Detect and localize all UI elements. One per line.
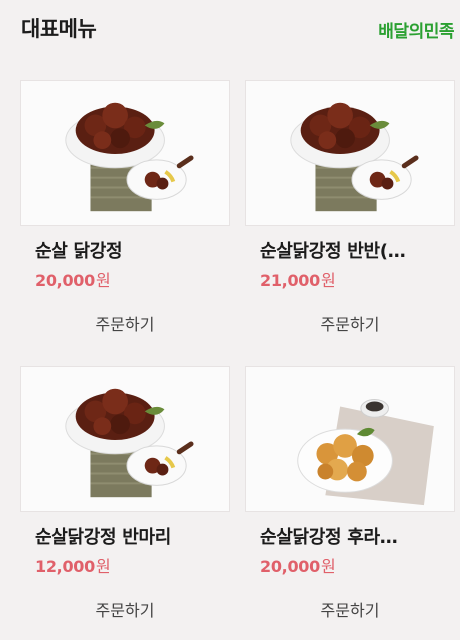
menu-item-price: 20,000원 (260, 553, 336, 577)
menu-item-name: 순살닭강정 후라… (260, 527, 398, 548)
menu-item-price: 20,000원 (35, 267, 111, 291)
menu-image-glazed-chicken[interactable] (245, 80, 455, 226)
order-button[interactable]: 주문하기 (245, 311, 455, 335)
header: 대표메뉴 배달의민족 (0, 0, 460, 56)
price-currency: 원 (95, 557, 111, 576)
glazed-chicken-icon (290, 102, 419, 212)
menu-item-name: 순살닭강정 반반(… (260, 241, 406, 262)
menu-image-glazed-chicken[interactable] (20, 80, 230, 226)
glazed-chicken-icon (65, 388, 194, 498)
price-value: 20,000 (35, 271, 95, 290)
price-value: 21,000 (260, 271, 320, 290)
menu-item-name: 순살닭강정 반마리 (35, 527, 172, 548)
price-currency: 원 (320, 271, 336, 290)
menu-image-fried-chicken[interactable] (245, 366, 455, 512)
glazed-chicken-icon (65, 102, 194, 212)
order-button[interactable]: 주문하기 (20, 597, 230, 621)
section-title: 대표메뉴 (21, 17, 97, 41)
price-currency: 원 (95, 271, 111, 290)
price-currency: 원 (320, 557, 336, 576)
menu-item-price: 21,000원 (260, 267, 336, 291)
menu-item-price: 12,000원 (35, 553, 111, 577)
menu-image-glazed-chicken[interactable] (20, 366, 230, 512)
fried-chicken-icon (297, 399, 434, 506)
price-value: 12,000 (35, 557, 95, 576)
order-button[interactable]: 주문하기 (245, 597, 455, 621)
menu-item-name: 순살 닭강정 (35, 241, 123, 262)
order-button[interactable]: 주문하기 (20, 311, 230, 335)
price-value: 20,000 (260, 557, 320, 576)
brand-link[interactable]: 배달의민족 (378, 17, 454, 42)
